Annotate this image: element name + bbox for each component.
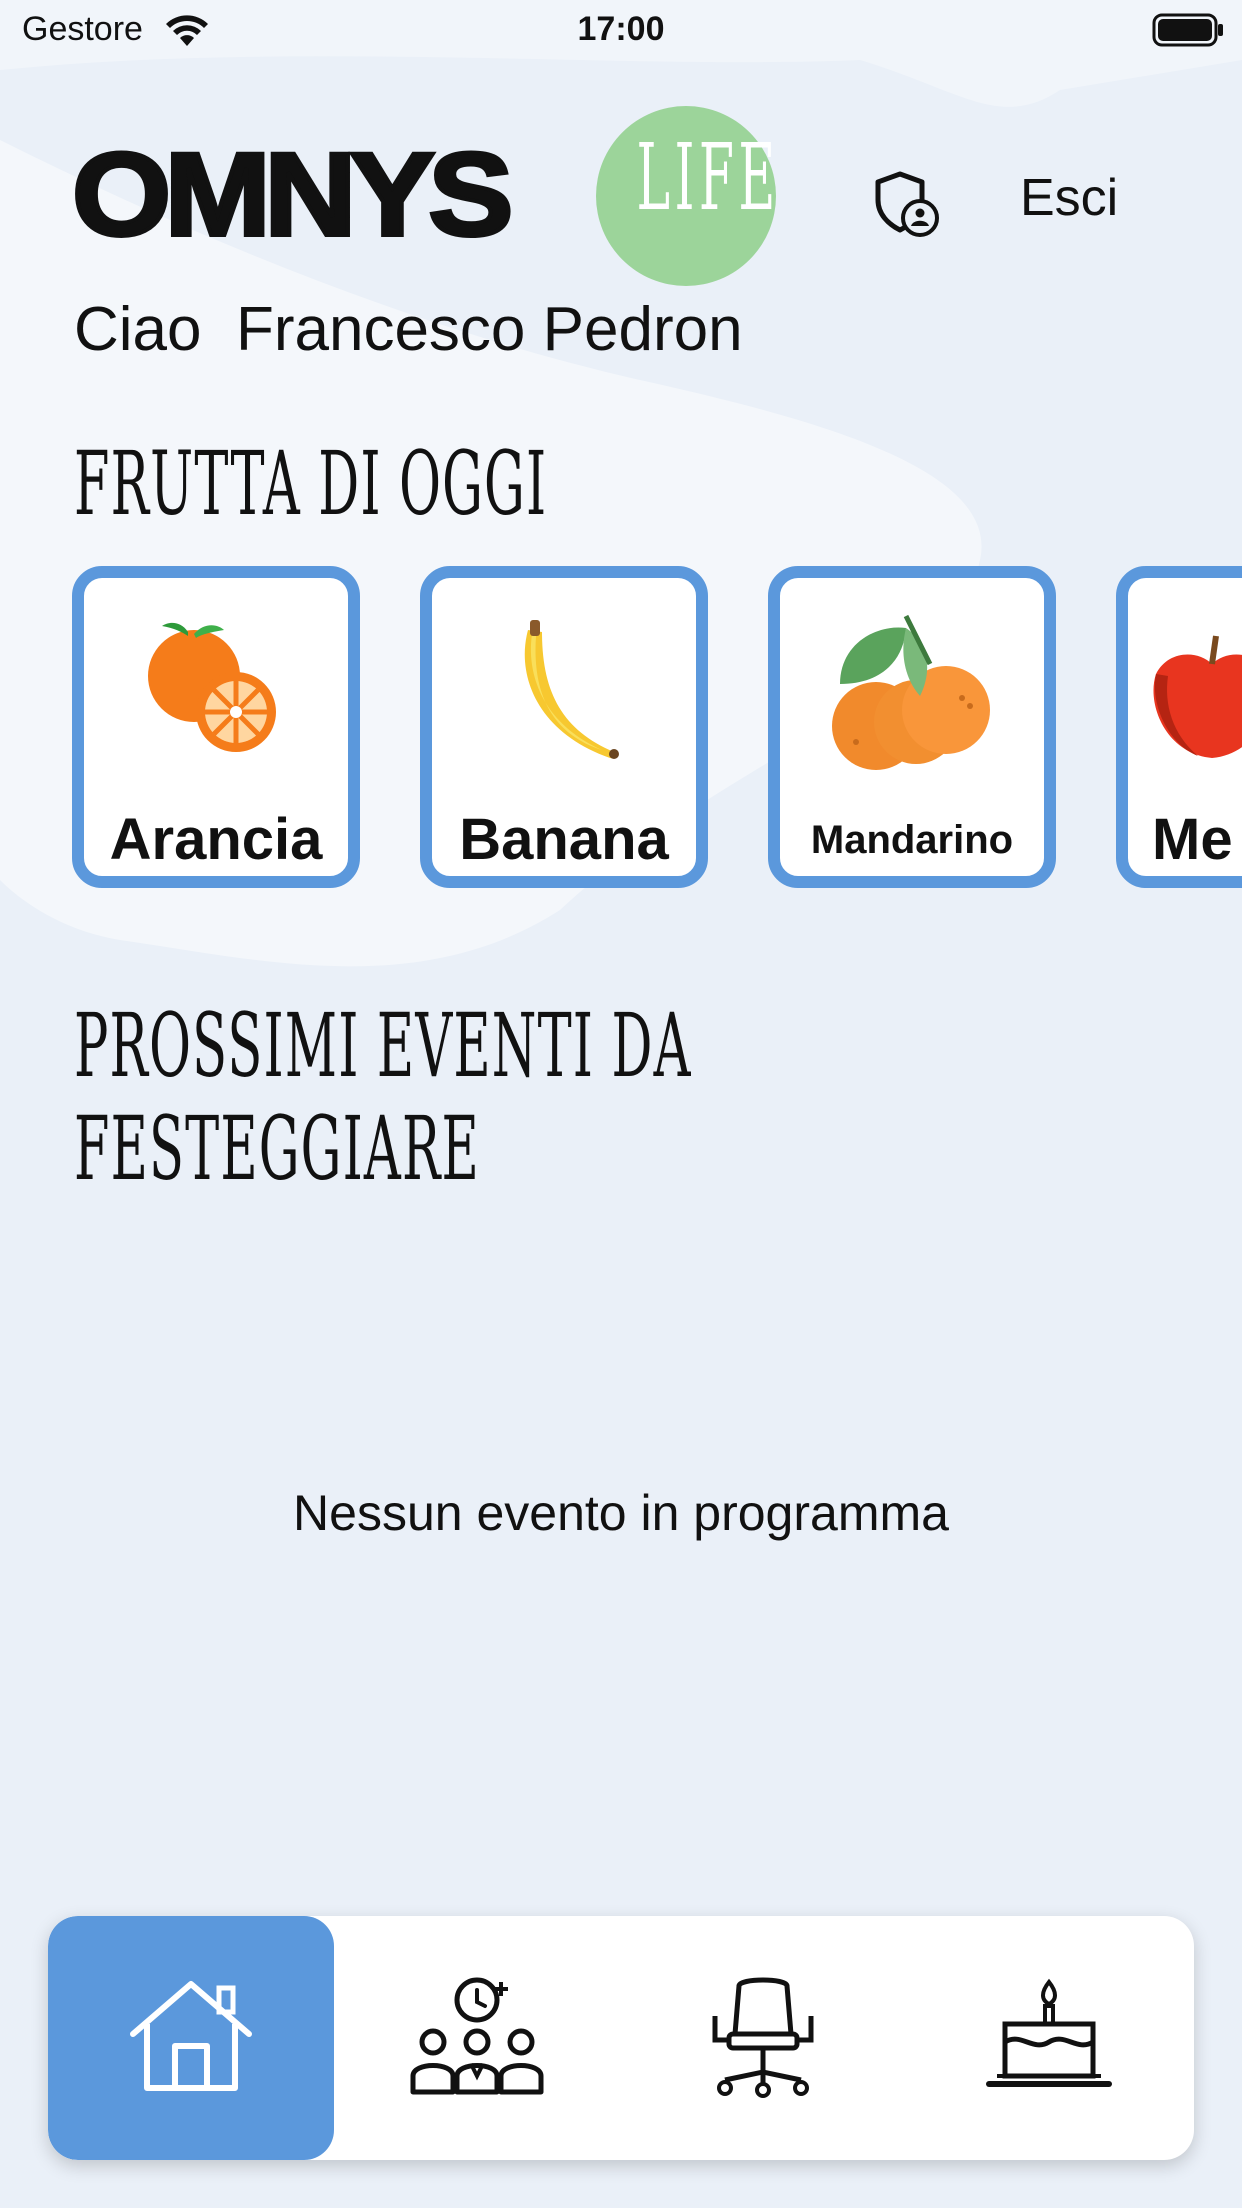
fruit-label: Arancia: [109, 807, 323, 872]
fruit-section-title: FRUTTA DI OGGI: [74, 432, 548, 535]
fruit-label: Banana: [459, 807, 669, 872]
fruit-card-mela[interactable]: Me: [1116, 566, 1242, 888]
fruit-carousel[interactable]: Arancia Banana Mandarino Me: [72, 566, 1242, 906]
no-events-message: Nessun evento in programma: [293, 1485, 949, 1541]
tab-meetings[interactable]: [334, 1916, 620, 2160]
banana-icon: [524, 620, 619, 759]
orange-icon: [148, 622, 276, 752]
greeting-text: Ciao Francesco Pedron: [74, 295, 743, 364]
events-section-title: PROSSIMI EVENTI DA FESTEGGIARE: [74, 994, 692, 1200]
meeting-booking-icon: [410, 1977, 544, 2095]
clock: 17:00: [577, 10, 665, 48]
tab-events[interactable]: [906, 1916, 1192, 2160]
fruit-card-arancia[interactable]: Arancia: [72, 566, 360, 888]
fruit-card-banana[interactable]: Banana: [420, 566, 708, 888]
privacy-shield-button[interactable]: [870, 168, 942, 240]
battery-icon: [1152, 13, 1223, 47]
birthday-cake-icon: [986, 1978, 1112, 2087]
status-bar: Gestore 17:00: [0, 0, 1242, 62]
fruit-label: Me: [1152, 807, 1233, 872]
logo-wordmark: OMNYS: [70, 129, 516, 261]
tab-home[interactable]: [48, 1916, 334, 2160]
logout-button[interactable]: Esci: [1020, 168, 1118, 228]
home-icon: [130, 1981, 252, 2091]
apple-icon: [1153, 635, 1242, 758]
bottom-tab-bar: [48, 1916, 1194, 2160]
logo-life-text: LIFE: [636, 124, 780, 231]
fruit-card-mandarino[interactable]: Mandarino: [768, 566, 1056, 888]
fruit-label: Mandarino: [810, 818, 1014, 862]
mandarin-icon: [832, 614, 990, 770]
office-chair-icon: [712, 1977, 814, 2098]
shield-user-icon: [875, 171, 939, 237]
tab-desk-booking[interactable]: [620, 1916, 906, 2160]
